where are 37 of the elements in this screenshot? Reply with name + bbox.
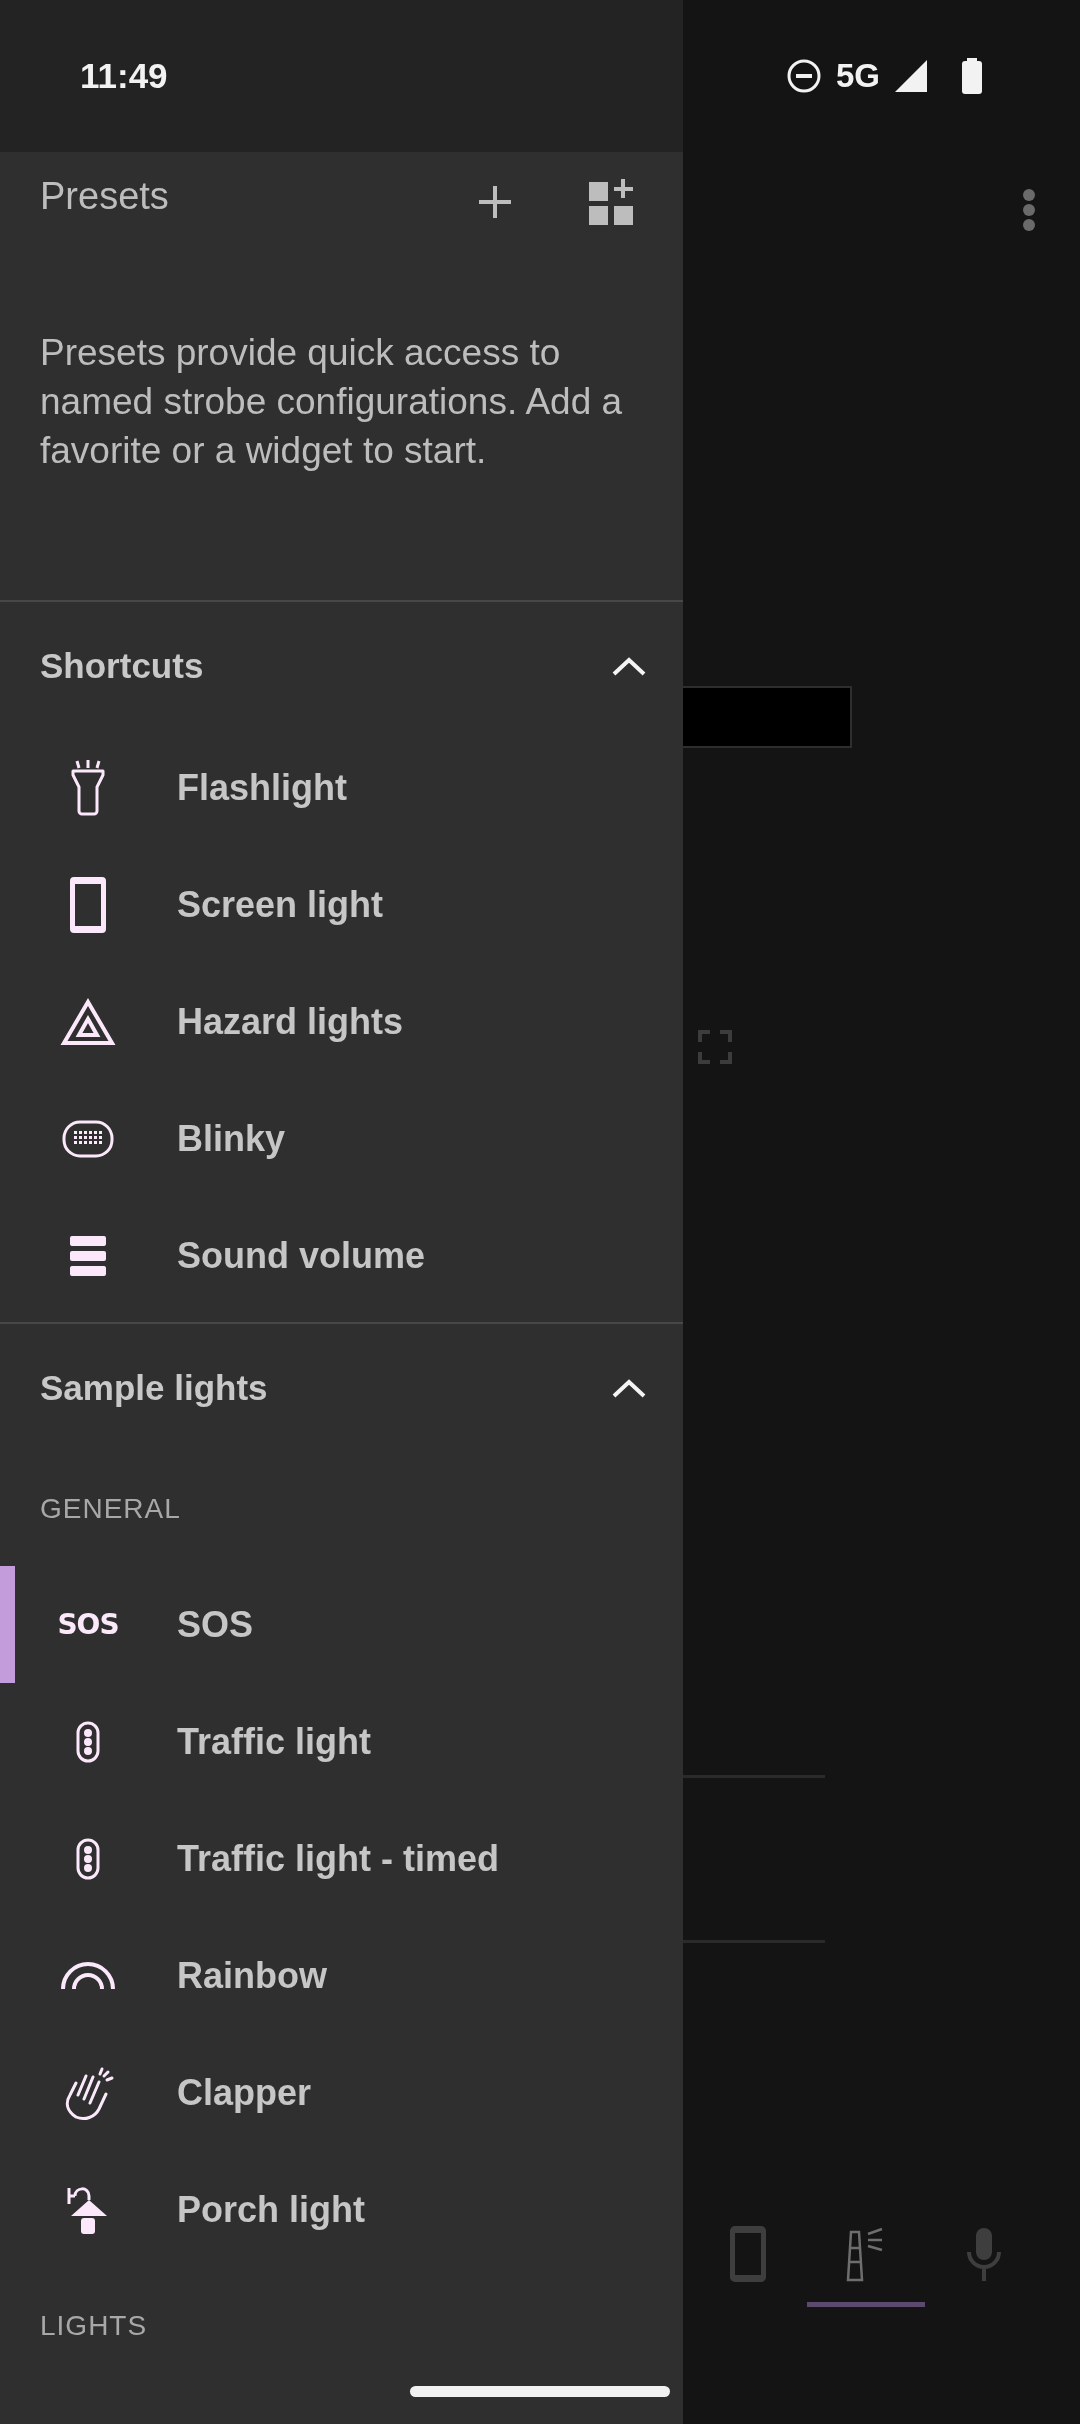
widgets-icon <box>589 179 635 225</box>
status-time: 11:49 <box>80 56 169 96</box>
phone-icon <box>70 876 106 933</box>
drawer-item[interactable]: Traffic light <box>0 1683 683 1800</box>
sos-icon: SOS <box>57 1608 119 1641</box>
drawer-item[interactable]: Screen light <box>0 846 683 963</box>
plus-icon <box>477 184 513 220</box>
phone-icon <box>730 2226 766 2282</box>
traffic-light-icon <box>76 1720 100 1763</box>
rainbow-icon <box>60 1961 116 1990</box>
chevron-icon <box>611 1377 647 1398</box>
section-title: Shortcuts <box>40 645 205 686</box>
drawer-item[interactable]: Clapper <box>0 2034 683 2151</box>
drawer-item[interactable]: Blinky <box>0 1080 683 1197</box>
battery-icon <box>962 58 982 94</box>
drawer-item[interactable]: Flashlight <box>0 729 683 846</box>
drawer-item[interactable]: Hazard lights <box>0 963 683 1080</box>
network-label: 5G <box>835 57 880 95</box>
bars-icon <box>70 1235 106 1276</box>
led-panel-icon <box>62 1119 114 1158</box>
do-not-disturb-icon <box>785 58 822 94</box>
group-heading: GENERAL <box>40 1492 181 1525</box>
drawer-item[interactable]: SOS SOS <box>0 1566 683 1683</box>
group-heading: LIGHTS <box>40 2309 148 2342</box>
microphone-icon <box>966 2226 1002 2282</box>
drawer-item[interactable]: Sound volume <box>0 1197 683 1314</box>
hazard-icon <box>60 997 116 1046</box>
drawer-description: Presets provide quick access to named strobe configurations. Add a favorite or a widget to start. <box>40 331 624 473</box>
traffic-light-icon <box>76 1837 100 1880</box>
section-title: Sample lights <box>40 1367 269 1408</box>
fullscreen-icon <box>698 1030 732 1064</box>
drawer-title: Presets <box>40 174 170 218</box>
chevron-icon <box>611 655 647 676</box>
drawer-item[interactable]: Porch light <box>0 2151 683 2268</box>
drawer-item[interactable]: Traffic light - timed <box>0 1800 683 1917</box>
drawer-item[interactable]: Rainbow <box>0 1917 683 2034</box>
signal-icon <box>894 59 928 93</box>
